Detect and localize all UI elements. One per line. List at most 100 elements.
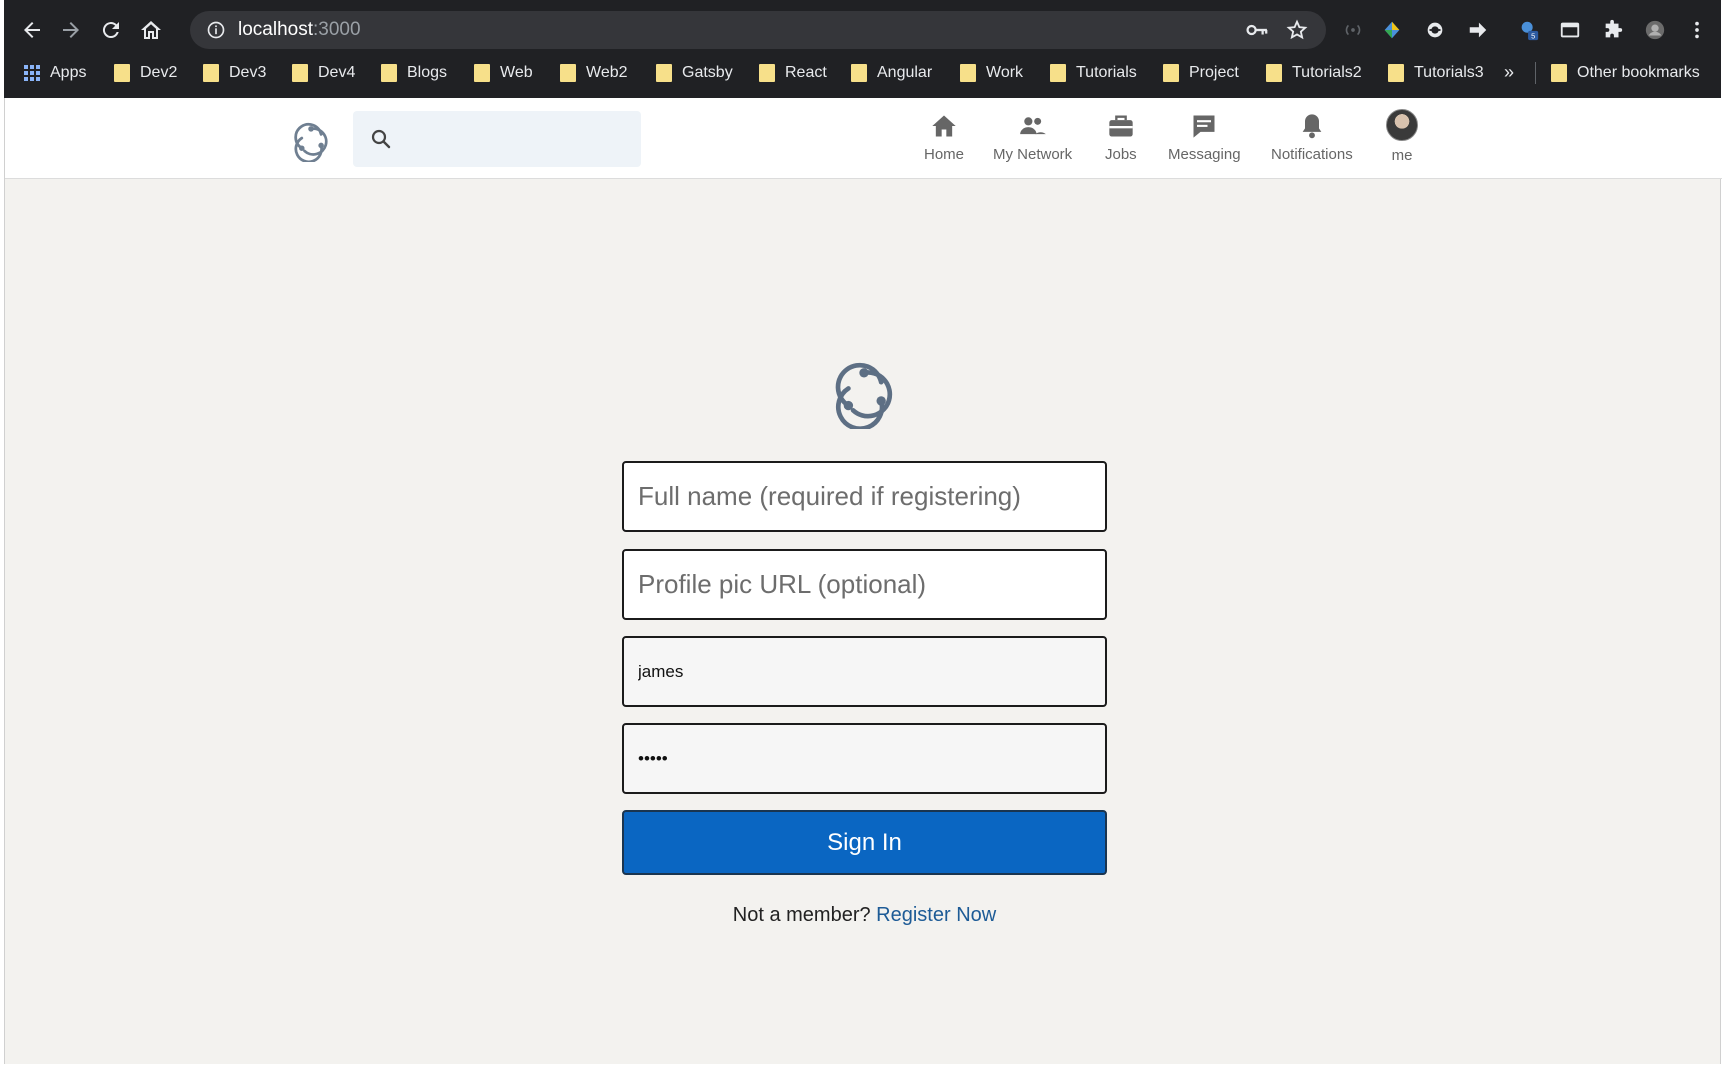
bookmarks-overflow-button[interactable]: » xyxy=(1504,62,1514,83)
puzzle-icon xyxy=(1605,19,1623,38)
arrow-right-icon xyxy=(63,22,79,38)
register-prompt: Not a member? Register Now xyxy=(622,904,1107,927)
bookmark-label: Angular xyxy=(877,64,933,81)
bookmark-label: Gatsby xyxy=(682,64,733,81)
folder-icon xyxy=(1163,64,1179,82)
extension-circle[interactable] xyxy=(1422,16,1448,44)
circle-icon xyxy=(1427,22,1443,38)
folder-icon xyxy=(292,64,308,82)
profile-pic-field[interactable] xyxy=(622,549,1107,620)
logo-icon[interactable] xyxy=(288,116,334,162)
bookmark-label: Tutorials xyxy=(1076,64,1137,81)
password-input[interactable] xyxy=(624,725,1105,792)
nav-label: Jobs xyxy=(1105,146,1137,163)
network-icon xyxy=(1019,117,1046,135)
home-icon xyxy=(932,115,956,137)
bookmark-folder[interactable]: Tutorials xyxy=(1050,60,1137,86)
folder-icon xyxy=(114,64,130,82)
info-icon[interactable] xyxy=(206,20,226,40)
bookmark-folder[interactable]: Web2 xyxy=(560,60,628,86)
back-button[interactable] xyxy=(16,14,48,46)
bookmark-folder[interactable]: Dev2 xyxy=(114,60,177,86)
url-host: localhost xyxy=(238,19,313,40)
bookmark-folder[interactable]: Angular xyxy=(851,60,932,86)
nav-notifications[interactable]: Notifications xyxy=(1271,112,1353,163)
forward-button[interactable] xyxy=(55,14,87,46)
nav-label: My Network xyxy=(993,146,1073,163)
browser-menu-button[interactable] xyxy=(1684,16,1710,44)
fullname-input[interactable] xyxy=(624,463,1105,530)
extension-badge-count: 5 xyxy=(1531,32,1535,41)
bookmark-folder[interactable]: Gatsby xyxy=(656,60,733,86)
folder-icon xyxy=(960,64,976,82)
search-input[interactable] xyxy=(403,130,633,148)
bookmark-folder[interactable]: Tutorials2 xyxy=(1266,60,1362,86)
profile-button[interactable] xyxy=(1642,16,1668,44)
other-bookmarks[interactable]: Other bookmarks xyxy=(1551,60,1700,86)
bookmark-label: React xyxy=(785,64,827,81)
bookmark-label: Other bookmarks xyxy=(1577,64,1700,81)
bookmark-label: Tutorials3 xyxy=(1414,64,1484,81)
extension-diamond[interactable] xyxy=(1379,16,1405,44)
bookmark-label: Blogs xyxy=(407,64,448,81)
extensions-menu[interactable] xyxy=(1600,16,1626,44)
extension-badge[interactable]: 5 xyxy=(1516,16,1542,44)
bookmark-folder[interactable]: Project xyxy=(1163,60,1239,86)
bookmark-folder[interactable]: Blogs xyxy=(381,60,447,86)
register-prompt-text: Not a member? xyxy=(732,904,871,926)
bookmark-folder[interactable]: Work xyxy=(960,60,1023,86)
email-field[interactable] xyxy=(622,636,1107,707)
register-now-link[interactable]: Register Now xyxy=(876,904,996,926)
bookmark-label: Dev3 xyxy=(229,64,267,81)
key-icon[interactable] xyxy=(1246,21,1268,39)
nav-label: Messaging xyxy=(1168,146,1241,163)
folder-icon xyxy=(1551,64,1567,82)
nav-my-network[interactable]: My Network xyxy=(993,112,1072,163)
nav-messaging[interactable]: Messaging xyxy=(1168,112,1241,163)
folder-icon xyxy=(474,64,490,82)
bookmark-folder[interactable]: Dev4 xyxy=(292,60,355,86)
nav-home[interactable]: Home xyxy=(924,112,964,163)
bookmark-label: Work xyxy=(986,64,1024,81)
reload-button[interactable] xyxy=(95,14,127,46)
profile-pic-input[interactable] xyxy=(624,551,1105,618)
more-vertical-icon xyxy=(1695,21,1699,39)
bookmark-label: Dev4 xyxy=(318,64,356,81)
folder-icon xyxy=(1266,64,1282,82)
broadcast-icon xyxy=(1345,24,1361,36)
nav-jobs[interactable]: Jobs xyxy=(1105,112,1137,163)
profile-icon xyxy=(1645,20,1665,40)
nav-me[interactable]: me xyxy=(1386,109,1418,164)
sign-in-button[interactable]: Sign In xyxy=(622,810,1107,875)
bookmark-folder[interactable]: Tutorials3 xyxy=(1388,60,1484,86)
bookmark-folder[interactable]: Dev3 xyxy=(203,60,266,86)
bookmark-folder[interactable]: React xyxy=(759,60,827,86)
folder-icon xyxy=(1388,64,1404,82)
briefcase-icon xyxy=(1109,115,1133,137)
puzzle-badge-icon: 5 xyxy=(1521,21,1539,41)
url-text[interactable]: localhost:3000 xyxy=(238,19,361,41)
bookmark-folder[interactable]: Web xyxy=(474,60,533,86)
bookmark-apps[interactable]: Apps xyxy=(24,60,86,86)
email-input[interactable] xyxy=(624,638,1105,705)
url-port: :3000 xyxy=(313,19,361,40)
folder-icon xyxy=(381,64,397,82)
home-button[interactable] xyxy=(135,14,167,46)
bookmark-label: Apps xyxy=(50,64,87,81)
star-icon[interactable] xyxy=(1286,19,1308,41)
folder-icon xyxy=(656,64,672,82)
bookmark-label: Web2 xyxy=(586,64,628,81)
fullname-field[interactable] xyxy=(622,461,1107,532)
folder-icon xyxy=(1050,64,1066,82)
extension-cast[interactable] xyxy=(1340,16,1366,44)
extension-arrow[interactable] xyxy=(1465,16,1491,44)
home-outline-icon xyxy=(141,21,161,39)
forward-arrow-icon xyxy=(1469,22,1487,38)
extension-window[interactable] xyxy=(1557,16,1583,44)
message-icon xyxy=(1193,115,1215,138)
password-field[interactable] xyxy=(622,723,1107,794)
diamond-icon xyxy=(1384,21,1400,39)
address-bar[interactable]: localhost:3000 xyxy=(190,11,1326,49)
apps-grid-icon xyxy=(24,65,40,81)
header-search[interactable] xyxy=(353,111,641,167)
